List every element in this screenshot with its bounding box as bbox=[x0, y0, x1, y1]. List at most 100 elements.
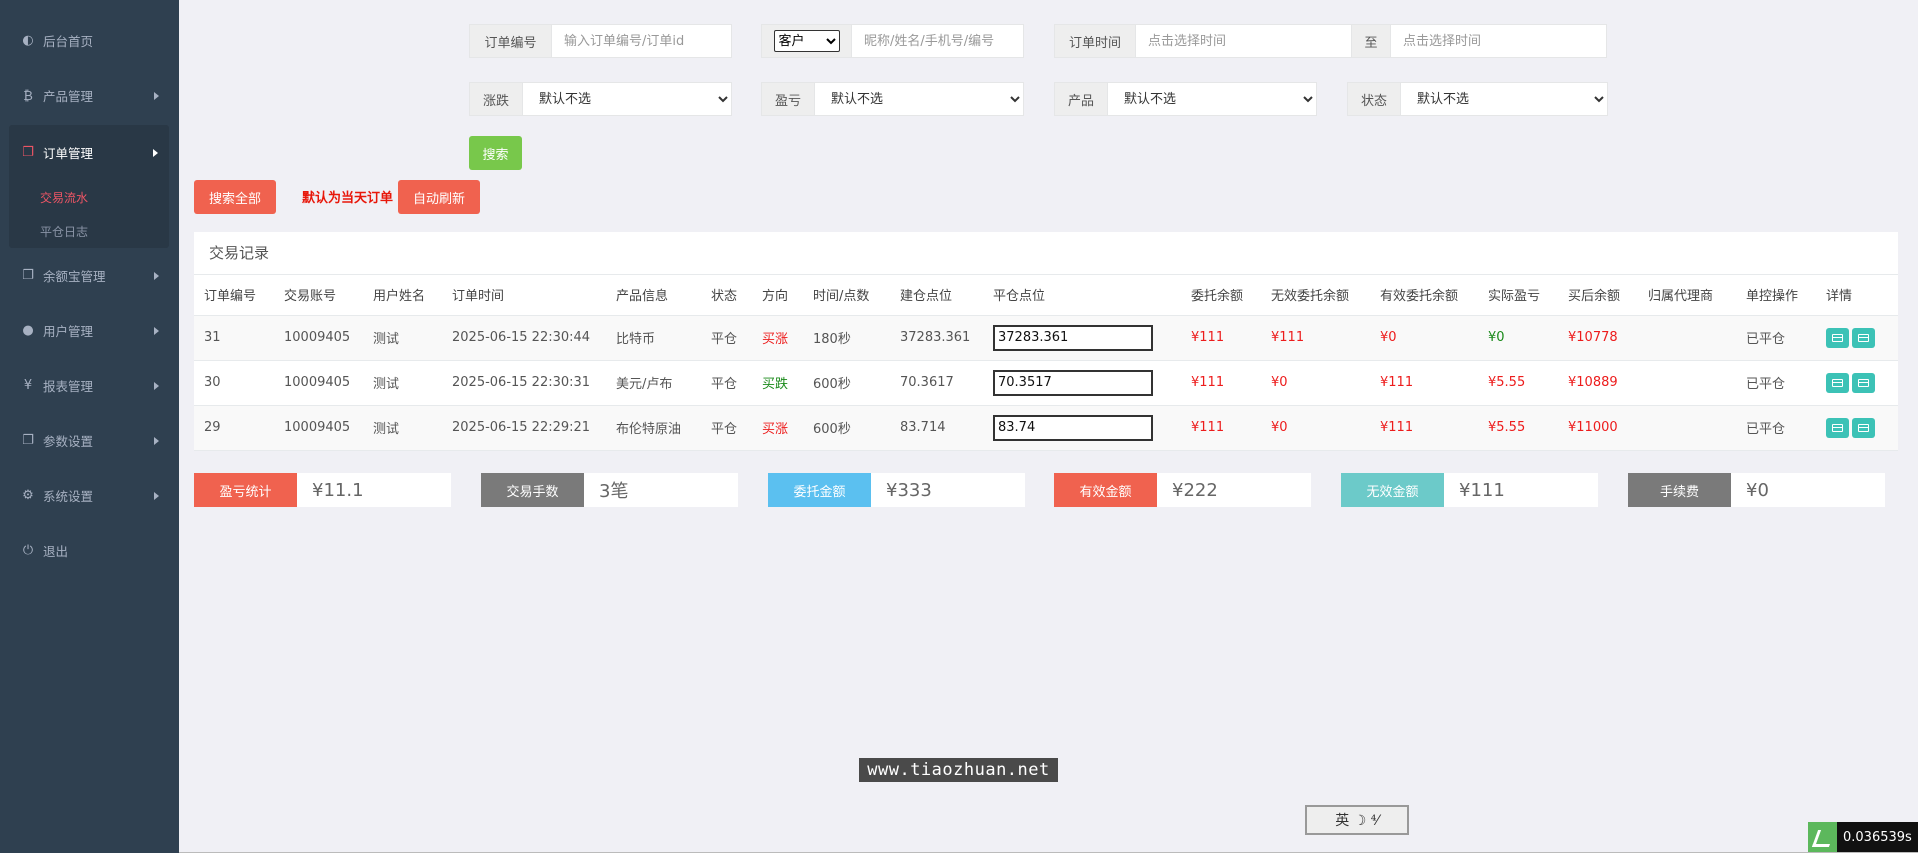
close-price-input[interactable] bbox=[993, 324, 1153, 351]
detail-list-icon[interactable] bbox=[1826, 372, 1849, 393]
account-cell: 10009405 bbox=[274, 360, 363, 406]
close-price-cell bbox=[983, 405, 1181, 451]
page-trace-icon[interactable] bbox=[1808, 822, 1837, 853]
entrust-cell: ¥111 bbox=[1181, 360, 1261, 406]
profit-select[interactable]: 默认不选 bbox=[815, 83, 1023, 115]
stat-profit: 盈亏统计 ¥11.1 bbox=[194, 473, 451, 507]
caret-right-icon bbox=[154, 436, 159, 445]
column-header: 无效委托余额 bbox=[1261, 275, 1370, 316]
sidebar-item-params[interactable]: ❐ 参数设置 bbox=[0, 413, 179, 468]
status-filter: 状态 默认不选 bbox=[1347, 82, 1608, 116]
entrust-cell: ¥111 bbox=[1181, 405, 1261, 451]
column-header: 产品信息 bbox=[606, 275, 701, 316]
sidebar-item-reports[interactable]: ¥ 报表管理 bbox=[0, 358, 179, 413]
valid-entrust-cell: ¥111 bbox=[1370, 360, 1478, 406]
customer-input[interactable] bbox=[852, 25, 1023, 57]
user-name-cell: 测试 bbox=[363, 405, 442, 451]
close-price-input[interactable] bbox=[993, 414, 1153, 441]
sidebar-item-label: 用户管理 bbox=[43, 324, 94, 339]
start-time-input[interactable] bbox=[1136, 25, 1351, 57]
order-no-filter: 订单编号 bbox=[469, 24, 732, 58]
operation-cell: 已平仓 bbox=[1736, 405, 1816, 451]
direction-cell: 买涨 bbox=[752, 315, 803, 361]
duration-cell: 600秒 bbox=[803, 360, 890, 406]
table-row: 29 10009405 测试 2025-06-15 22:29:21 布伦特原油… bbox=[194, 405, 1898, 451]
sidebar-subitem-close-log[interactable]: 平仓日志 bbox=[9, 214, 169, 248]
stat-label: 手续费 bbox=[1628, 473, 1731, 507]
search-button[interactable]: 搜索 bbox=[469, 136, 522, 170]
open-price-cell: 70.3617 bbox=[890, 360, 983, 406]
caret-right-icon bbox=[154, 91, 159, 100]
stat-value: ¥333 bbox=[886, 479, 932, 501]
caret-right-icon bbox=[154, 326, 159, 335]
balance-after-cell: ¥11000 bbox=[1558, 405, 1638, 451]
stat-entrust-amount: 委托金额 ¥333 bbox=[768, 473, 1025, 507]
stat-fee: 手续费 ¥0 bbox=[1628, 473, 1885, 507]
detail-list-icon[interactable] bbox=[1826, 327, 1849, 348]
sidebar-item-products[interactable]: ₿ 产品管理 bbox=[0, 68, 179, 123]
search-all-button[interactable]: 搜索全部 bbox=[194, 180, 276, 214]
trade-records-panel: 交易记录 订单编号 交易账号 用户姓名 订单时间 产品信息 状态 方向 时间/点… bbox=[194, 232, 1898, 451]
column-header: 详情 bbox=[1816, 275, 1898, 316]
details-cell bbox=[1816, 315, 1898, 361]
valid-entrust-cell: ¥0 bbox=[1370, 315, 1478, 361]
column-header: 归属代理商 bbox=[1638, 275, 1736, 316]
copy-icon: ❐ bbox=[22, 433, 34, 448]
invalid-entrust-cell: ¥0 bbox=[1261, 405, 1370, 451]
sidebar-group-orders: ❐ 订单管理 交易流水 平仓日志 bbox=[9, 125, 169, 248]
sidebar-item-yuebao[interactable]: ❐ 余额宝管理 bbox=[0, 248, 179, 303]
sidebar-item-home[interactable]: ◐ 后台首页 bbox=[0, 13, 179, 68]
sidebar-item-orders[interactable]: ❐ 订单管理 bbox=[9, 125, 169, 180]
column-header: 订单时间 bbox=[442, 275, 606, 316]
close-price-cell bbox=[983, 360, 1181, 406]
detail-list-icon[interactable] bbox=[1826, 417, 1849, 438]
status-select[interactable]: 默认不选 bbox=[1401, 83, 1607, 115]
customer-type-select[interactable]: 客户 bbox=[773, 30, 840, 52]
order-time-filter: 订单时间 至 bbox=[1054, 24, 1607, 58]
rise-fall-select[interactable]: 默认不选 bbox=[523, 83, 731, 115]
detail-list-icon[interactable] bbox=[1852, 327, 1875, 348]
product-label: 产品 bbox=[1055, 83, 1108, 115]
sidebar-item-users[interactable]: ● 用户管理 bbox=[0, 303, 179, 358]
stat-invalid-amount: 无效金额 ¥111 bbox=[1341, 473, 1598, 507]
stat-value: ¥111 bbox=[1459, 479, 1505, 501]
end-time-input[interactable] bbox=[1391, 25, 1606, 57]
caret-right-icon bbox=[154, 271, 159, 280]
order-no-input[interactable] bbox=[552, 25, 731, 57]
account-cell: 10009405 bbox=[274, 405, 363, 451]
status-cell: 平仓 bbox=[701, 360, 752, 406]
column-header: 单控操作 bbox=[1736, 275, 1816, 316]
direction-cell: 买跌 bbox=[752, 360, 803, 406]
stat-valid-amount: 有效金额 ¥222 bbox=[1054, 473, 1311, 507]
sidebar-item-system[interactable]: ⚙ 系统设置 bbox=[0, 468, 179, 523]
details-cell bbox=[1816, 405, 1898, 451]
panel-title: 交易记录 bbox=[194, 232, 1898, 275]
order-id-cell: 31 bbox=[194, 315, 274, 361]
detail-list-icon[interactable] bbox=[1852, 417, 1875, 438]
customer-filter: 客户 bbox=[761, 24, 1024, 58]
column-header: 方向 bbox=[752, 275, 803, 316]
power-icon: ⏻ bbox=[22, 543, 34, 558]
pnl-cell: ¥5.55 bbox=[1478, 360, 1558, 406]
invalid-entrust-cell: ¥111 bbox=[1261, 315, 1370, 361]
sidebar-item-logout[interactable]: ⏻ 退出 bbox=[0, 523, 179, 578]
order-time-label: 订单时间 bbox=[1055, 25, 1136, 57]
main-content: 订单编号 客户 订单时间 至 涨跌 默认不选 盈亏 默认不选 产品 默认不选 状… bbox=[179, 0, 1918, 853]
stat-value: 3笔 bbox=[599, 481, 629, 502]
detail-list-icon[interactable] bbox=[1852, 372, 1875, 393]
order-id-cell: 29 bbox=[194, 405, 274, 451]
stat-value: ¥222 bbox=[1172, 479, 1218, 501]
ime-toolbar[interactable]: 英 ☽ ⁴⁄ bbox=[1305, 805, 1409, 835]
trade-records-table: 订单编号 交易账号 用户姓名 订单时间 产品信息 状态 方向 时间/点数 建仓点… bbox=[194, 275, 1898, 451]
sidebar-subitem-trade-flow[interactable]: 交易流水 bbox=[9, 180, 169, 214]
caret-right-icon bbox=[153, 148, 158, 157]
column-header: 用户姓名 bbox=[363, 275, 442, 316]
column-header: 订单编号 bbox=[194, 275, 274, 316]
order-time-cell: 2025-06-15 22:30:31 bbox=[442, 360, 606, 406]
close-price-input[interactable] bbox=[993, 369, 1153, 396]
product-select[interactable]: 默认不选 bbox=[1108, 83, 1316, 115]
operation-cell: 已平仓 bbox=[1736, 315, 1816, 361]
column-header: 有效委托余额 bbox=[1370, 275, 1478, 316]
auto-refresh-button[interactable]: 自动刷新 bbox=[398, 180, 480, 214]
stat-label: 委托金额 bbox=[768, 473, 871, 507]
